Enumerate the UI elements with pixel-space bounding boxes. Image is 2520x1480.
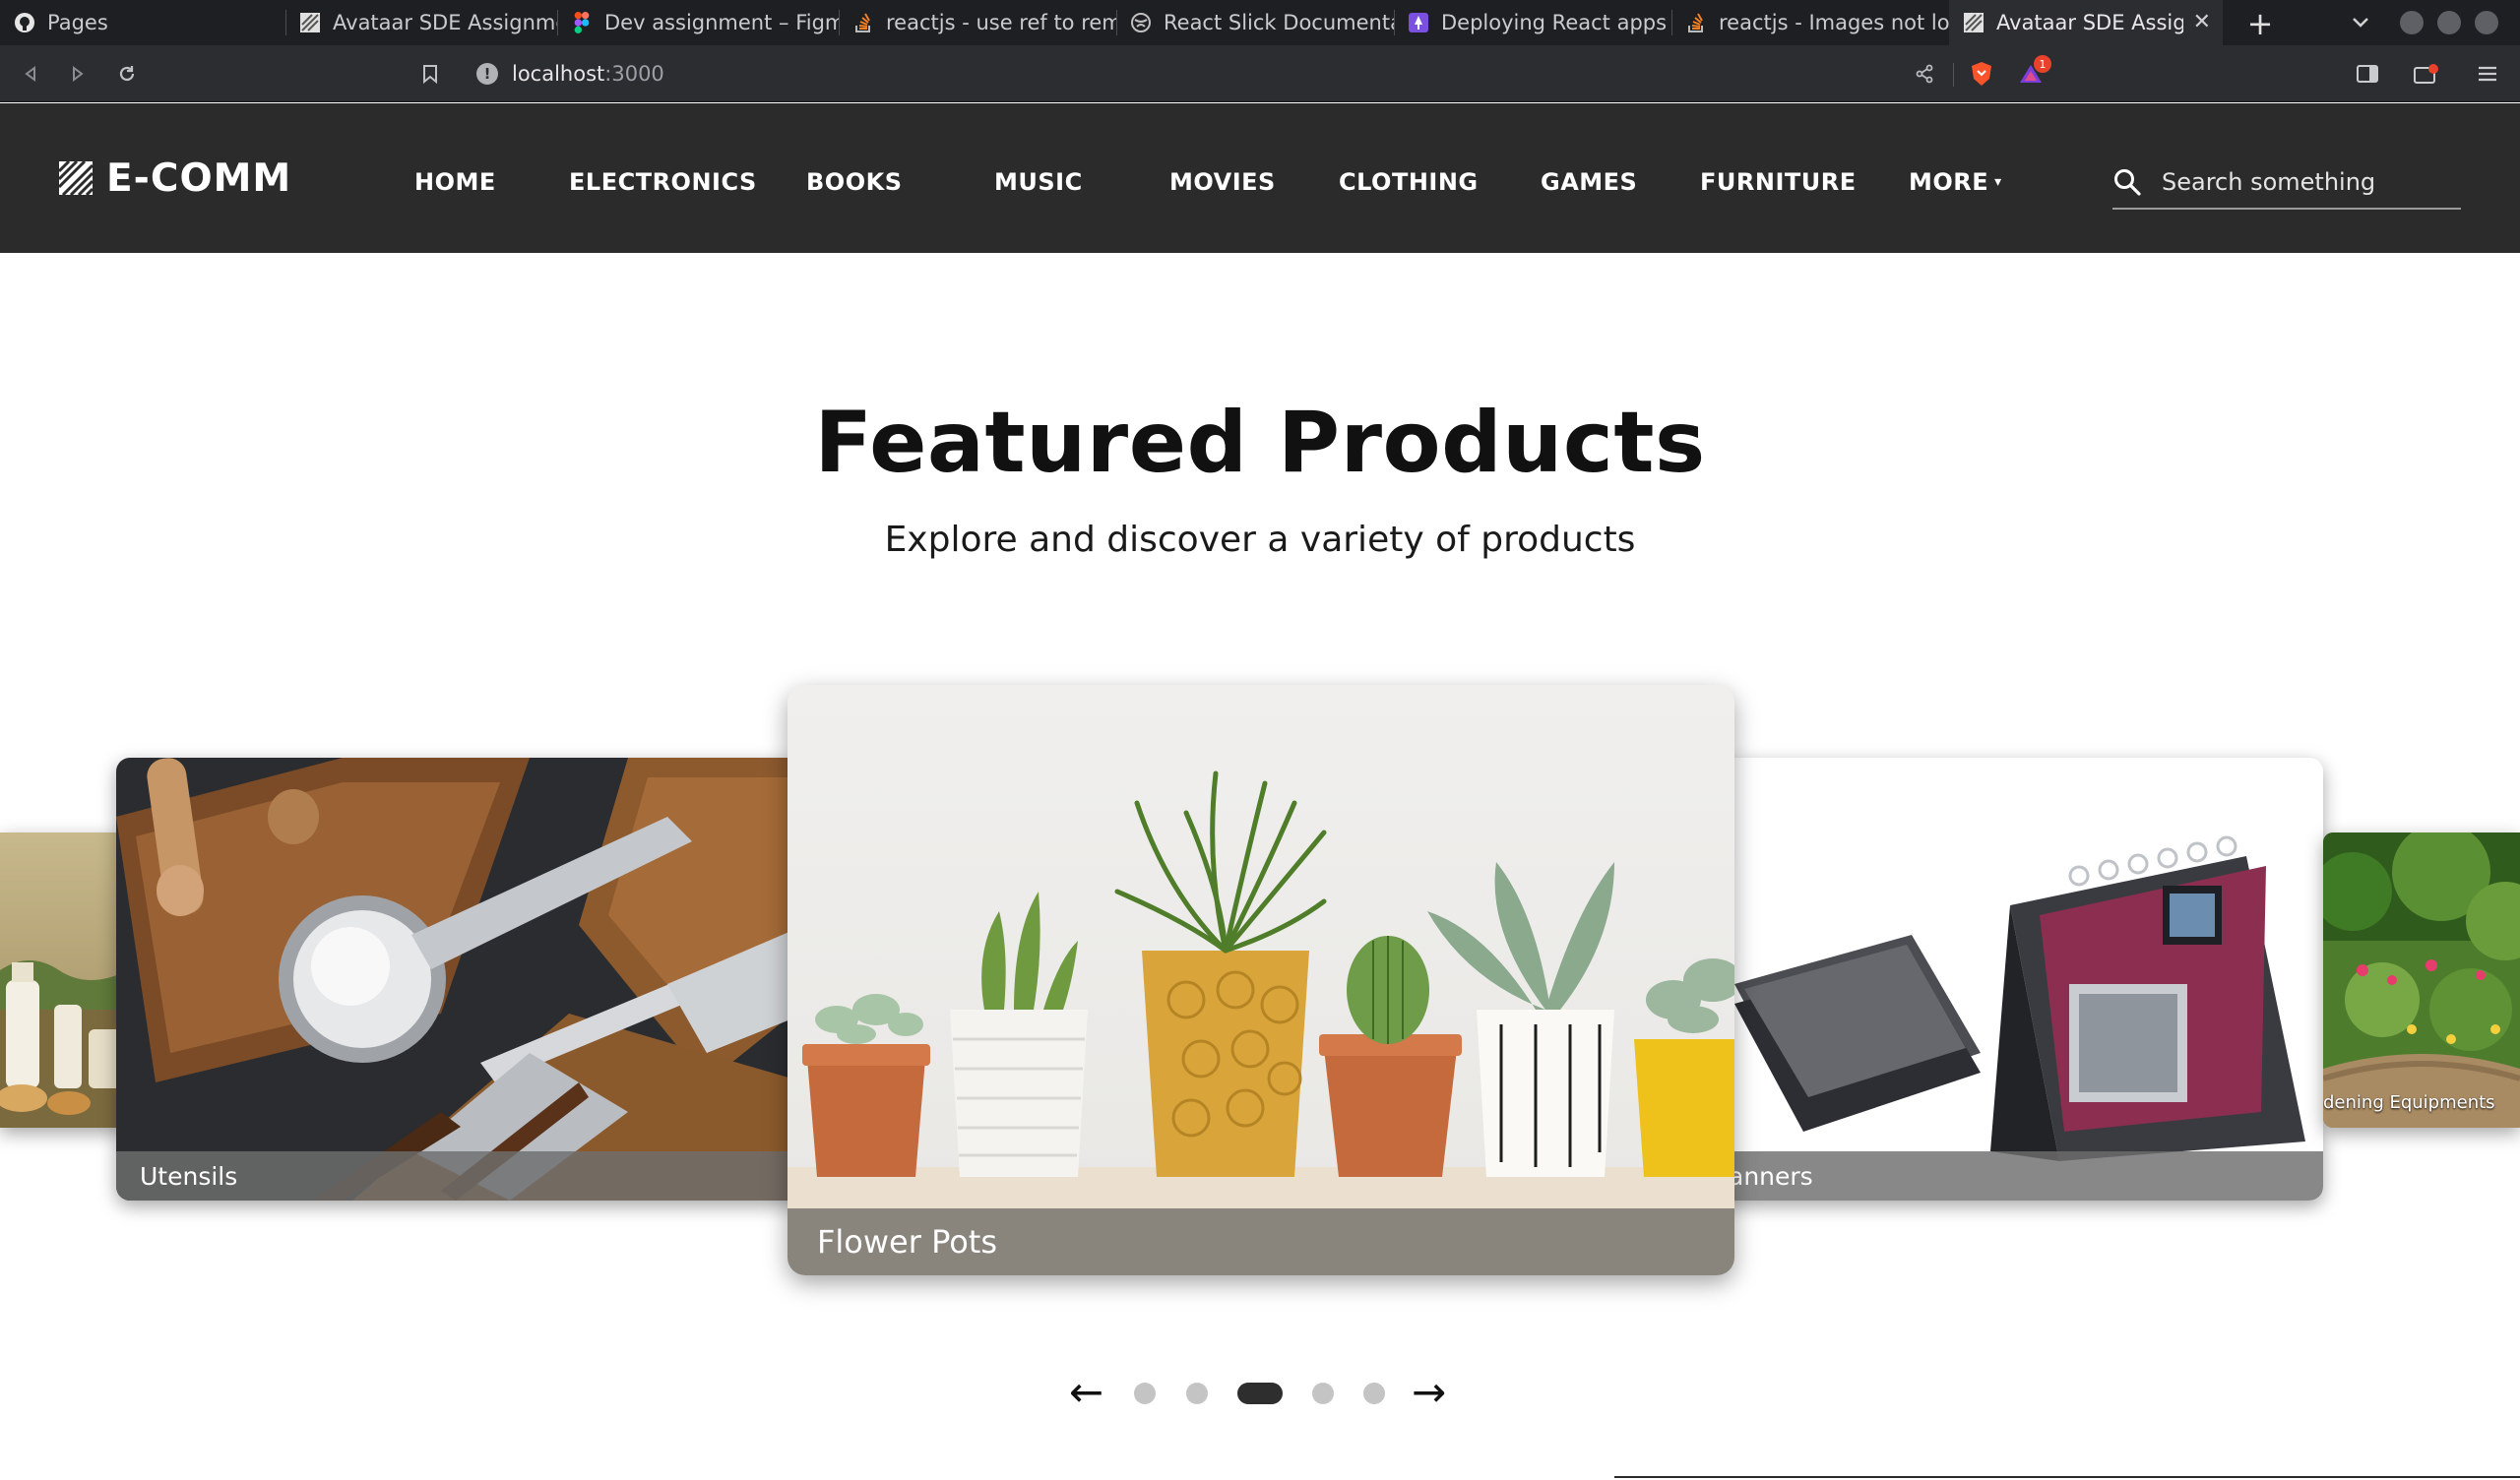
- gardening-image: [2323, 832, 2520, 1128]
- globe-icon: [1130, 12, 1152, 33]
- site-logo[interactable]: E-COMM: [59, 154, 291, 202]
- notification-badge: 1: [2034, 55, 2051, 73]
- nav-home[interactable]: HOME: [414, 162, 496, 202]
- share-icon[interactable]: [1908, 57, 1941, 91]
- tab-title: reactjs - Images not load: [1719, 11, 1949, 34]
- stackoverflow-icon: [852, 12, 874, 33]
- menu-icon[interactable]: [2471, 57, 2504, 91]
- tab-title: reactjs - use ref to remov: [886, 11, 1116, 34]
- browser-tab-avataar-1[interactable]: Avataar SDE Assignment: [285, 0, 557, 45]
- browser-tab-pages[interactable]: Pages: [0, 0, 285, 45]
- url-port: :3000: [604, 62, 664, 86]
- carousel-slide-planners[interactable]: anners: [1715, 758, 2323, 1201]
- nav-clothing[interactable]: CLOTHING: [1339, 162, 1479, 202]
- slide-caption: anners: [1715, 1151, 2323, 1201]
- nav-furniture[interactable]: FURNITURE: [1700, 162, 1857, 202]
- netlify-icon: [1408, 12, 1429, 33]
- site-info-icon[interactable]: !: [476, 63, 498, 85]
- wallet-icon[interactable]: [2410, 57, 2443, 91]
- prev-arrow-button[interactable]: ←: [1069, 1368, 1103, 1417]
- carousel-dot-4[interactable]: [1312, 1383, 1334, 1404]
- tab-title: React Slick Documentatio: [1164, 11, 1394, 34]
- nav-games[interactable]: GAMES: [1541, 162, 1637, 202]
- carousel-dot-2[interactable]: [1186, 1383, 1208, 1404]
- stackoverflow-icon: [1685, 12, 1707, 33]
- nav-more-label: MORE: [1909, 168, 1989, 196]
- tab-title: Avataar SDE Assignm: [1996, 11, 2183, 34]
- slide-caption: dening Equipments: [2323, 1091, 2495, 1113]
- next-arrow-button[interactable]: →: [1412, 1368, 1446, 1417]
- tab-title: Pages: [47, 11, 108, 34]
- footer-divider: [1614, 1476, 2520, 1478]
- nav-books[interactable]: BOOKS: [806, 162, 902, 202]
- sidebar-toggle-icon[interactable]: [2351, 57, 2384, 91]
- tab-title: Avataar SDE Assignment: [333, 11, 557, 34]
- nav-music[interactable]: MUSIC: [994, 162, 1083, 202]
- nav-movies[interactable]: MOVIES: [1169, 162, 1276, 202]
- browser-tab-stackoverflow-1[interactable]: reactjs - use ref to remov: [839, 0, 1116, 45]
- featured-carousel[interactable]: Utensils anners dening Equipments Flower…: [0, 679, 2520, 1289]
- slide-caption: Utensils: [116, 1151, 805, 1201]
- nav-electronics[interactable]: ELECTRONICS: [569, 162, 757, 202]
- carousel-slide-gardening[interactable]: dening Equipments: [2323, 832, 2520, 1128]
- close-tab-icon[interactable]: ✕: [2193, 10, 2211, 34]
- page-subtitle: Explore and discover a variety of produc…: [884, 520, 1636, 560]
- carousel-dot-3[interactable]: [1237, 1383, 1283, 1404]
- address-bar[interactable]: ! localhost:3000: [476, 53, 664, 94]
- flower-pots-image: [788, 685, 1734, 1275]
- window-maximize-button[interactable]: [2437, 11, 2461, 34]
- carousel-slide-dairy[interactable]: [0, 832, 128, 1128]
- new-tab-button[interactable]: +: [2240, 4, 2280, 43]
- nav-more-dropdown[interactable]: MORE ▾: [1909, 162, 2002, 202]
- carousel-dot-1[interactable]: [1134, 1383, 1156, 1404]
- carousel-dot-5[interactable]: [1363, 1383, 1385, 1404]
- logo-text: E-COMM: [106, 155, 292, 201]
- site-favicon-icon: [299, 12, 321, 33]
- carousel-slide-flower-pots[interactable]: Flower Pots: [788, 685, 1734, 1275]
- window-minimize-button[interactable]: [2400, 11, 2424, 34]
- bookmark-icon[interactable]: [413, 57, 447, 91]
- planners-image: [1715, 758, 2323, 1201]
- browser-tab-avataar-active[interactable]: Avataar SDE Assignm ✕: [1949, 0, 2223, 45]
- browser-tab-netlify[interactable]: Deploying React apps to: [1394, 0, 1671, 45]
- search-icon[interactable]: [2112, 167, 2142, 197]
- figma-icon: [571, 12, 593, 33]
- browser-tab-stackoverflow-2[interactable]: reactjs - Images not load: [1671, 0, 1949, 45]
- site-favicon-icon: [1963, 12, 1984, 33]
- tab-title: Dev assignment – Figma: [604, 11, 839, 34]
- dairy-image: [0, 832, 128, 1128]
- reload-icon[interactable]: [110, 57, 144, 91]
- browser-tab-figma[interactable]: Dev assignment – Figma: [557, 0, 839, 45]
- github-icon: [14, 12, 35, 33]
- chevron-down-icon[interactable]: [2341, 8, 2380, 37]
- carousel-pager: ← →: [0, 1368, 2520, 1417]
- tab-title: Deploying React apps to: [1441, 11, 1671, 34]
- forward-icon[interactable]: [61, 57, 94, 91]
- caret-down-icon: ▾: [1994, 174, 2002, 190]
- back-icon[interactable]: [14, 57, 47, 91]
- logo-mark-icon: [59, 161, 93, 195]
- brave-shield-icon[interactable]: [1965, 57, 1998, 91]
- site-header: E-COMM HOME ELECTRONICS BOOKS MUSIC MOVI…: [0, 103, 2520, 253]
- utensils-image: [116, 758, 805, 1201]
- browser-toolbar: ! localhost:3000 1: [0, 45, 2520, 102]
- slide-caption: Flower Pots: [788, 1208, 1734, 1275]
- window-close-button[interactable]: [2475, 11, 2498, 34]
- browser-tab-react-slick[interactable]: React Slick Documentatio: [1116, 0, 1394, 45]
- carousel-slide-utensils[interactable]: Utensils: [116, 758, 805, 1201]
- search-box[interactable]: [2112, 156, 2461, 210]
- browser-tab-bar: Pages Avataar SDE Assignment Dev assignm…: [0, 0, 2520, 45]
- url-host: localhost: [512, 62, 605, 86]
- page-title: Featured Products: [814, 394, 1706, 492]
- search-input[interactable]: [2162, 168, 2447, 196]
